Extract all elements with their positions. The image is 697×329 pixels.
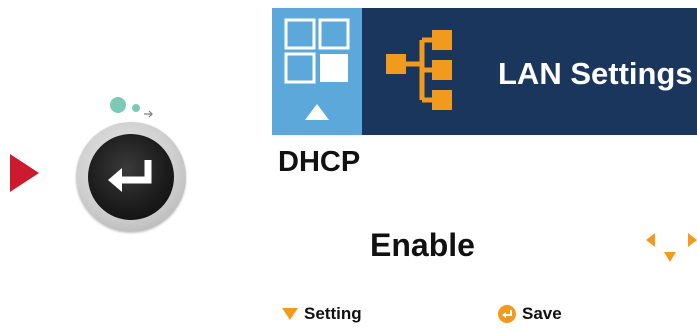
screen-header: LAN Settings — [272, 8, 697, 135]
network-tree-icon — [386, 30, 452, 110]
save-footer-action[interactable]: Save — [498, 304, 562, 324]
menu-tile[interactable] — [272, 8, 362, 135]
page-title: LAN Settings — [498, 56, 693, 91]
enter-circle-icon — [498, 305, 516, 323]
menu-grid-icon — [284, 18, 350, 120]
right-triangle-icon — [10, 154, 39, 192]
lcd-screen: LAN Settings DHCP Enable Setting Save — [272, 8, 697, 329]
footer-right-label: Save — [522, 304, 562, 323]
rotation-dots-icon — [110, 97, 153, 118]
footer-left-label: Setting — [304, 304, 362, 323]
enter-key-face — [88, 134, 174, 220]
setting-name: DHCP — [278, 146, 361, 178]
left-down-right-arrows-icon[interactable] — [646, 232, 697, 266]
down-triangle-icon — [282, 308, 298, 320]
setting-footer-action[interactable]: Setting — [282, 304, 362, 324]
setting-value[interactable]: Enable — [370, 227, 475, 264]
enter-key-icon — [108, 160, 152, 192]
enter-key-button[interactable] — [76, 122, 186, 232]
